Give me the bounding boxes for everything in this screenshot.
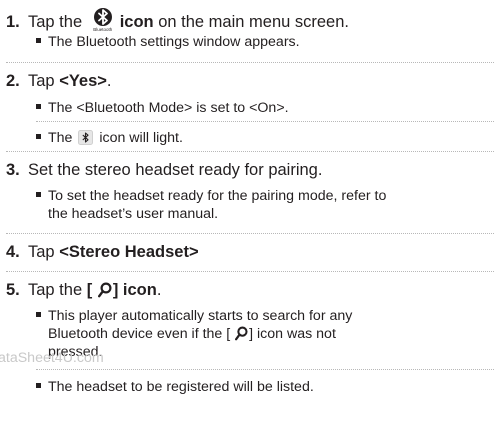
- divider: [6, 233, 494, 234]
- step-1-bullet: The Bluetooth settings window appears.: [36, 33, 300, 51]
- step-number: 5.: [6, 281, 20, 299]
- step-text: .: [106, 72, 112, 90]
- step-2: 2. Tap <Yes>.: [6, 71, 112, 91]
- step-4: 4. Tap <Stereo Headset>: [6, 242, 199, 262]
- step-1: 1. Tap the Bluetooth icon on the main menu…: [6, 7, 349, 33]
- watermark: ataSheet4U.com: [0, 350, 104, 366]
- bluetooth-small-icon: [78, 130, 94, 145]
- search-icon: [97, 282, 112, 303]
- step-text: Tap the: [28, 281, 87, 299]
- search-icon: [235, 326, 248, 346]
- step-5: 5. Tap the [ ] icon.: [6, 280, 161, 303]
- step-2-bullet: The <Bluetooth Mode> is set to <On>.: [36, 99, 289, 117]
- step-text: Tap: [28, 72, 60, 90]
- step-bold: <Stereo Headset>: [59, 243, 199, 261]
- divider: [6, 62, 494, 63]
- step-number: 3.: [6, 161, 20, 179]
- step-text: Tap the: [28, 13, 87, 31]
- step-number: 2.: [6, 72, 20, 90]
- step-bold: <Yes>: [59, 72, 107, 90]
- step-text: Tap: [28, 243, 60, 261]
- step-text: on the main menu screen.: [153, 13, 349, 31]
- divider: [6, 151, 494, 152]
- step-text: Set the stereo headset ready for pairing…: [28, 161, 323, 179]
- step-3-bullet-cont: the headset’s user manual.: [48, 206, 219, 222]
- manual-page: 1. Tap the Bluetooth icon on the main menu…: [0, 0, 500, 426]
- divider: [36, 121, 494, 122]
- icon-caption: Bluetooth: [93, 27, 113, 32]
- step-text: .: [156, 281, 162, 299]
- step-number: 1.: [6, 13, 20, 31]
- step-number: 4.: [6, 243, 20, 261]
- divider: [6, 271, 494, 272]
- step-5-bullet-2: The headset to be registered will be lis…: [36, 378, 314, 396]
- step-3: 3. Set the stereo headset ready for pairi…: [6, 160, 322, 180]
- divider: [36, 369, 494, 370]
- step-bold: icon: [119, 13, 154, 31]
- step-2-bullet-icon: The icon will light.: [36, 129, 183, 147]
- step-3-bullet: To set the headset ready for the pairing…: [36, 187, 386, 205]
- bluetooth-icon: Bluetooth: [90, 7, 116, 33]
- step-5-bullet: This player automatically starts to sear…: [36, 307, 352, 325]
